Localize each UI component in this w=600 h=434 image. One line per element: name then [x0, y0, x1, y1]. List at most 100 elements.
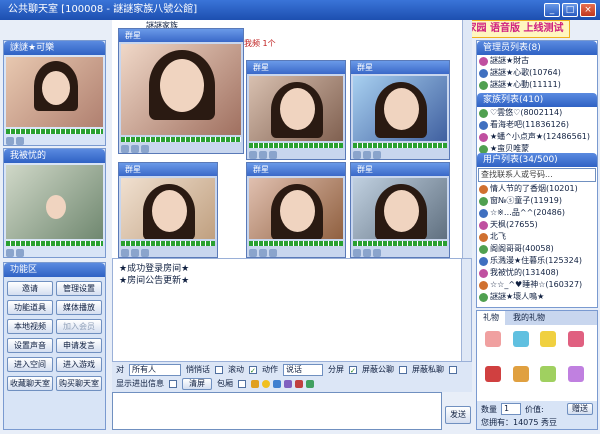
video-feed[interactable]: [121, 178, 215, 239]
split-checkbox[interactable]: [349, 366, 357, 374]
qty-input[interactable]: 1: [501, 403, 521, 415]
image-icon[interactable]: [295, 380, 303, 388]
enclose-checkbox[interactable]: [238, 380, 246, 388]
heart-icon[interactable]: [567, 331, 584, 347]
video-feed[interactable]: [249, 178, 343, 239]
flower-icon[interactable]: [485, 331, 501, 347]
user-row[interactable]: ♡雲悠♡(8002114): [477, 107, 597, 119]
video-window[interactable]: 群星: [350, 60, 450, 160]
function-button[interactable]: 管理设置: [56, 281, 102, 296]
star-icon[interactable]: [540, 331, 556, 347]
user-row[interactable]: 謎謎★心動(11111): [477, 79, 597, 91]
chat-scrollbar[interactable]: [461, 259, 471, 361]
smiley-icon[interactable]: [262, 380, 270, 388]
mic-icon[interactable]: [6, 249, 14, 257]
camera-icon[interactable]: [269, 151, 277, 159]
family-title[interactable]: 家族列表(410): [477, 93, 597, 107]
user-row[interactable]: 阁阁哥哥(40058): [477, 243, 597, 255]
scroll-checkbox[interactable]: [249, 366, 257, 374]
function-button[interactable]: 进入空间: [7, 357, 53, 372]
font-icon[interactable]: [251, 380, 259, 388]
lips-icon[interactable]: [485, 366, 501, 382]
function-button[interactable]: 加入会员: [56, 319, 102, 334]
video-feed[interactable]: [249, 76, 343, 141]
camera-icon[interactable]: [269, 249, 277, 257]
home-icon[interactable]: [249, 151, 257, 159]
users-title[interactable]: 用户列表(34/500): [477, 153, 597, 167]
block-private-checkbox[interactable]: [449, 366, 457, 374]
user-row[interactable]: 天枫(27655): [477, 219, 597, 231]
video-window[interactable]: 群星: [246, 162, 346, 258]
function-button[interactable]: 邀请: [7, 281, 53, 296]
camera-icon[interactable]: [141, 145, 149, 153]
user-row[interactable]: ★蟠^小点声★(12486561): [477, 131, 597, 143]
action-select[interactable]: 说话: [283, 364, 323, 376]
home-icon[interactable]: [353, 151, 361, 159]
video-window[interactable]: 群星: [246, 60, 346, 160]
music-icon[interactable]: [284, 380, 292, 388]
user-row[interactable]: 情人节的了香烟(10201): [477, 183, 597, 195]
minimize-button[interactable]: _: [544, 3, 560, 17]
whisper-checkbox[interactable]: [215, 366, 223, 374]
function-button[interactable]: 设置声音: [7, 338, 53, 353]
clear-button[interactable]: 清屏: [182, 378, 212, 390]
video-feed[interactable]: [121, 44, 241, 135]
camera-icon[interactable]: [16, 249, 24, 257]
user-row[interactable]: 謎謎★心歌(10764): [477, 67, 597, 79]
video-window[interactable]: 群星: [350, 162, 450, 258]
close-button[interactable]: ×: [580, 3, 596, 17]
video-scrollbar[interactable]: [462, 20, 472, 258]
color-icon[interactable]: [273, 380, 281, 388]
recipient-select[interactable]: 所有人: [129, 364, 181, 376]
video-feed[interactable]: [353, 178, 447, 239]
home-icon[interactable]: [353, 249, 361, 257]
video-window[interactable]: 群星: [118, 162, 218, 258]
managers-title[interactable]: 管理员列表(8): [477, 41, 597, 55]
camera-icon[interactable]: [373, 151, 381, 159]
mic-icon[interactable]: [131, 145, 139, 153]
user-row[interactable]: 謎謎★壞人鳴★: [477, 291, 597, 303]
video-window[interactable]: 群星: [118, 28, 244, 154]
camera-icon[interactable]: [373, 249, 381, 257]
function-button[interactable]: 本地视频: [7, 319, 53, 334]
cam-2-video[interactable]: [6, 165, 103, 239]
function-button[interactable]: 功能道具: [7, 300, 53, 315]
card-icon[interactable]: [567, 366, 584, 382]
user-row[interactable]: 窗№ⓢ童子(11919): [477, 195, 597, 207]
maximize-button[interactable]: □: [562, 3, 578, 17]
mic-icon[interactable]: [363, 151, 371, 159]
mic-icon[interactable]: [6, 137, 14, 145]
function-button[interactable]: 媒体播放: [56, 300, 102, 315]
function-button[interactable]: 购买聊天室: [56, 376, 102, 391]
mic-icon[interactable]: [131, 249, 139, 257]
mic-icon[interactable]: [259, 151, 267, 159]
block-public-checkbox[interactable]: [399, 366, 407, 374]
camera-icon[interactable]: [16, 137, 24, 145]
cake-icon[interactable]: [512, 366, 529, 382]
user-row[interactable]: 謎謎★財古: [477, 55, 597, 67]
send-button[interactable]: 发送: [445, 406, 471, 424]
cup-icon[interactable]: [540, 366, 556, 382]
home-icon[interactable]: [121, 145, 129, 153]
cam-1-video[interactable]: [6, 57, 103, 127]
show-enter-checkbox[interactable]: [169, 380, 177, 388]
my-gift-tab[interactable]: 我的礼物: [507, 311, 551, 325]
user-row[interactable]: 看海老吧(11836126): [477, 119, 597, 131]
function-button[interactable]: 申请发言: [56, 338, 102, 353]
home-icon[interactable]: [249, 249, 257, 257]
user-search-input[interactable]: 查找联系人或号码...: [478, 168, 596, 182]
home-icon[interactable]: [121, 249, 129, 257]
user-row[interactable]: 我被忧的(131408): [477, 267, 597, 279]
function-button[interactable]: 进入游戏: [56, 357, 102, 372]
mic-icon[interactable]: [259, 249, 267, 257]
give-gift-button[interactable]: 赠送: [567, 403, 593, 415]
mic-icon[interactable]: [363, 249, 371, 257]
video-feed[interactable]: [353, 76, 447, 141]
gift-tab[interactable]: 礼物: [477, 311, 505, 325]
user-row[interactable]: 北飞: [477, 231, 597, 243]
gift-icon[interactable]: [306, 380, 314, 388]
message-input[interactable]: [112, 392, 442, 430]
user-row[interactable]: ★蛮贝唯蒙: [477, 143, 597, 153]
function-button[interactable]: 收藏聊天室: [7, 376, 53, 391]
diamond-icon[interactable]: [512, 331, 529, 347]
